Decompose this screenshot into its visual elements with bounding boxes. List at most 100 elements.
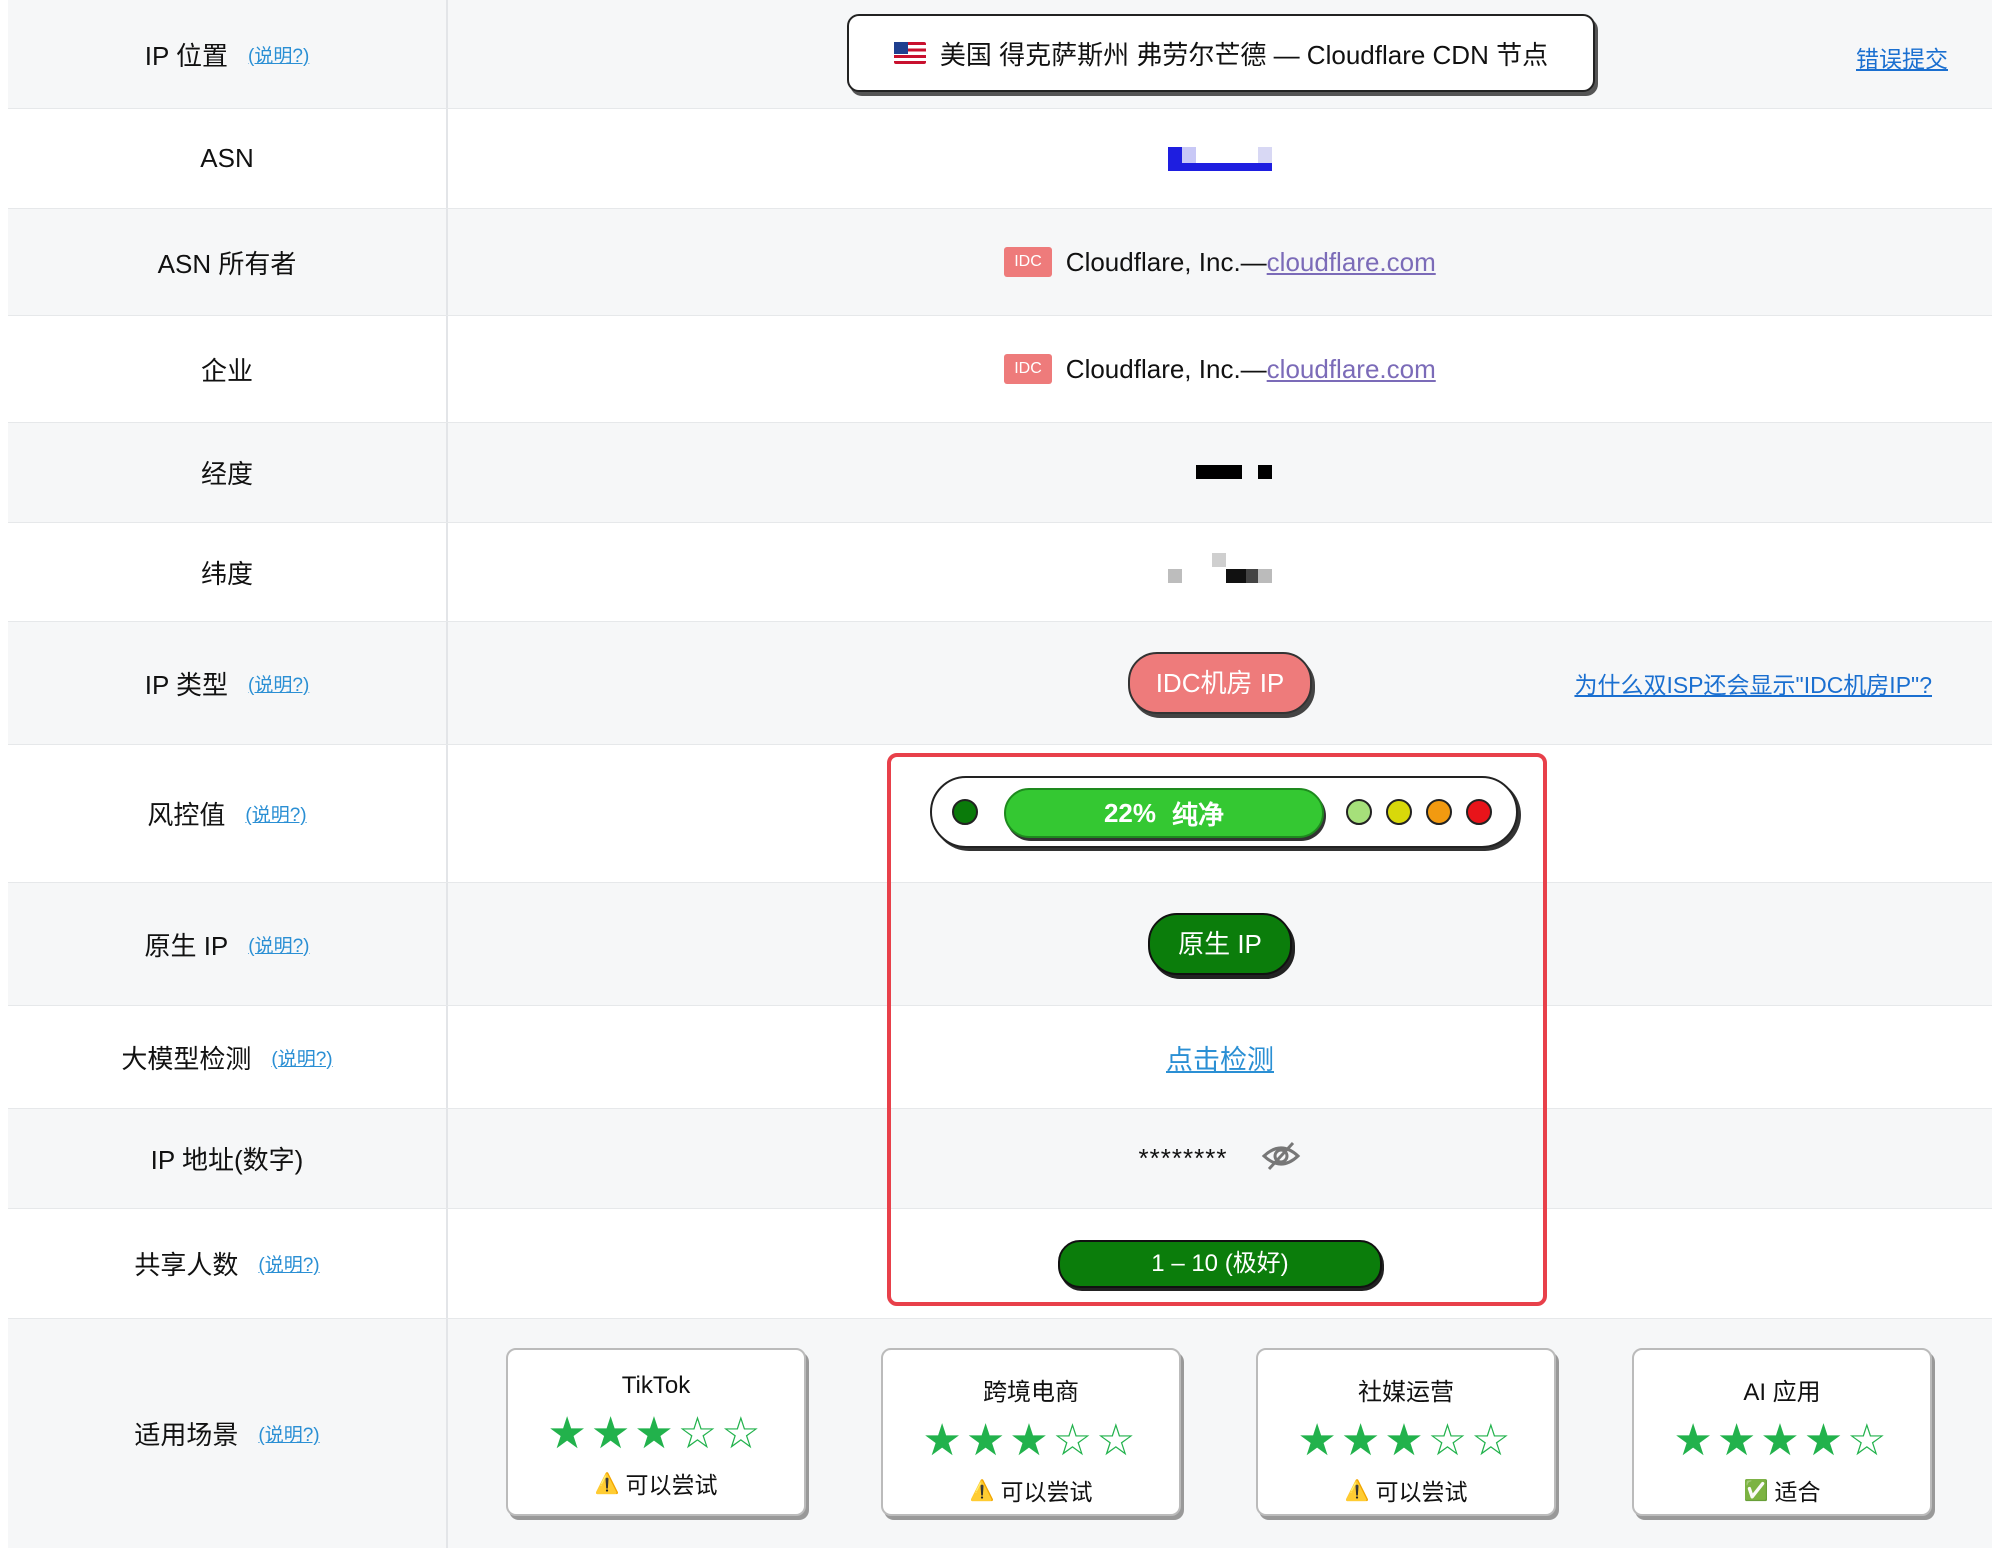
row-shared-users: 共享人数 (说明?) 1 – 10 (极好) (8, 1208, 1992, 1318)
why-dual-isp-link[interactable]: 为什么双ISP还会显示"IDC机房IP"? (1574, 666, 1932, 700)
row-asn: ASN (8, 108, 1992, 208)
asn-owner-label: ASN 所有者 (157, 248, 297, 279)
row-value-cell: 1 – 10 (极好) (448, 1209, 1992, 1318)
asn-label: ASN (200, 143, 254, 173)
row-value-cell: 美国 得克萨斯州 弗劳尔芒德 — Cloudflare CDN 节点 错误提交 (448, 0, 1992, 108)
row-native-ip: 原生 IP (说明?) 原生 IP (8, 882, 1992, 1005)
row-value-cell: ******** (448, 1109, 1992, 1208)
row-label-cell: 纬度 (8, 523, 448, 621)
row-ip-location: IP 位置 (说明?) 美国 得克萨斯州 弗劳尔芒德 — Cloudflare … (8, 0, 1992, 108)
row-value-cell: 原生 IP (448, 883, 1992, 1005)
row-enterprise: 企业 IDC Cloudflare, Inc.— cloudflare.com (8, 315, 1992, 422)
llm-detect-help-link[interactable]: (说明?) (271, 1044, 332, 1071)
row-label-cell: 大模型检测 (说明?) (8, 1006, 448, 1108)
row-label-cell: 经度 (8, 423, 448, 522)
native-ip-help-link[interactable]: (说明?) (248, 931, 309, 958)
shared-users-value-wrap: 1 – 10 (极好) (448, 1209, 1992, 1318)
risk-meter: 22% 纯净 (930, 776, 1518, 848)
ip-type-help-link[interactable]: (说明?) (248, 670, 309, 697)
shared-users-label: 共享人数 (134, 1250, 239, 1280)
row-value-cell: 点击检测 (448, 1006, 1992, 1108)
row-longitude: 经度 (8, 422, 1992, 522)
risk-text: 纯净 (1172, 799, 1225, 830)
star-rating: ★★★☆☆ (1297, 1416, 1515, 1465)
eye-off-icon[interactable] (1261, 1140, 1301, 1177)
scene-card-title: 跨境电商 (983, 1379, 1079, 1406)
row-risk: 风控值 (说明?) 22% 纯净 (8, 744, 1992, 882)
enterprise-value: IDC Cloudflare, Inc.— cloudflare.com (448, 316, 1992, 422)
asn-owner-value: IDC Cloudflare, Inc.— cloudflare.com (448, 209, 1992, 315)
risk-dot-green (952, 799, 978, 825)
ip-numeric-label: IP 地址(数字) (150, 1145, 304, 1175)
ip-location-label: IP 位置 (144, 40, 229, 71)
latitude-value-redacted (1168, 553, 1272, 583)
scene-card-title: TikTok (621, 1372, 691, 1399)
row-value-cell (448, 523, 1992, 621)
shared-users-help-link[interactable]: (说明?) (258, 1250, 319, 1277)
shared-users-badge: 1 – 10 (极好) (1058, 1239, 1382, 1288)
asn-value-redacted (1168, 147, 1272, 171)
native-ip-label: 原生 IP (144, 930, 229, 961)
llm-detect-value-wrap: 点击检测 (448, 1006, 1992, 1108)
star-rating: ★★★★☆ (1673, 1416, 1891, 1465)
row-label-cell: 共享人数 (说明?) (8, 1209, 448, 1318)
row-label-cell: 适用场景 (说明?) (8, 1319, 448, 1548)
risk-help-link[interactable]: (说明?) (245, 800, 306, 827)
scene-card-status: ✅ 适合 (1744, 1473, 1821, 1507)
ip-numeric-masked-value: ******** (1138, 1143, 1228, 1173)
check-icon: ✅ (1743, 1479, 1769, 1502)
report-error-link[interactable]: 错误提交 (1856, 40, 1948, 74)
scene-card-status-text: 可以尝试 (1000, 1479, 1093, 1505)
row-label-cell: 企业 (8, 316, 448, 422)
warning-icon: ⚠️ (969, 1479, 995, 1502)
row-value-cell: IDC Cloudflare, Inc.— cloudflare.com (448, 209, 1992, 315)
risk-dot-red (1466, 799, 1492, 825)
scene-card-ai: AI 应用 ★★★★☆ ✅ 适合 (1632, 1348, 1932, 1516)
scenes-help-link[interactable]: (说明?) (258, 1420, 319, 1447)
asn-owner-name: Cloudflare, Inc.— (1065, 246, 1267, 277)
risk-percent: 22% (1103, 797, 1157, 828)
idc-tag: IDC (1004, 247, 1052, 277)
scene-card-tiktok: TikTok ★★★☆☆ ⚠️ 可以尝试 (506, 1348, 806, 1516)
longitude-label: 经度 (200, 459, 253, 489)
enterprise-label: 企业 (200, 355, 253, 386)
row-label-cell: 原生 IP (说明?) (8, 883, 448, 1005)
click-detect-link[interactable]: 点击检测 (1166, 1038, 1274, 1077)
scene-card-social: 社媒运营 ★★★☆☆ ⚠️ 可以尝试 (1256, 1348, 1556, 1516)
star-rating: ★★★☆☆ (922, 1416, 1140, 1465)
warning-icon: ⚠️ (594, 1472, 620, 1495)
scene-card-status: ⚠️ 可以尝试 (970, 1473, 1093, 1507)
risk-dot-orange (1426, 799, 1452, 825)
llm-detect-label: 大模型检测 (121, 1043, 252, 1074)
scene-card-status-text: 可以尝试 (625, 1472, 718, 1498)
row-llm-detect: 大模型检测 (说明?) 点击检测 (8, 1005, 1992, 1108)
row-label-cell: IP 地址(数字) (8, 1109, 448, 1208)
scene-card-status: ⚠️ 可以尝试 (1345, 1473, 1468, 1507)
idc-tag: IDC (1004, 354, 1052, 384)
asn-owner-domain-link[interactable]: cloudflare.com (1267, 247, 1436, 278)
risk-dot-lightgreen (1346, 799, 1372, 825)
scene-card-title: AI 应用 (1743, 1379, 1821, 1406)
risk-dot-yellow (1386, 799, 1412, 825)
row-value-cell: IDC机房 IP 为什么双ISP还会显示"IDC机房IP"? (448, 622, 1992, 744)
star-rating: ★★★☆☆ (547, 1409, 765, 1458)
ip-type-badge: IDC机房 IP (1127, 652, 1313, 714)
row-value-cell (448, 109, 1992, 208)
native-ip-badge: 原生 IP (1148, 913, 1292, 975)
risk-label: 风控值 (147, 800, 226, 830)
longitude-value-redacted (1196, 465, 1272, 479)
scene-card-status-text: 可以尝试 (1375, 1479, 1468, 1505)
scene-card-title: 社媒运营 (1358, 1379, 1454, 1406)
row-asn-owner: ASN 所有者 IDC Cloudflare, Inc.— cloudflare… (8, 208, 1992, 315)
ip-location-help-link[interactable]: (说明?) (248, 41, 309, 68)
scenes-label: 适用场景 (134, 1420, 239, 1450)
ip-location-box: 美国 得克萨斯州 弗劳尔芒德 — Cloudflare CDN 节点 (847, 14, 1595, 92)
row-label-cell: ASN 所有者 (8, 209, 448, 315)
row-label-cell: IP 类型 (说明?) (8, 622, 448, 744)
row-ip-type: IP 类型 (说明?) IDC机房 IP 为什么双ISP还会显示"IDC机房IP… (8, 621, 1992, 744)
row-label-cell: 风控值 (说明?) (8, 745, 448, 882)
row-value-cell: IDC Cloudflare, Inc.— cloudflare.com (448, 316, 1992, 422)
enterprise-domain-link[interactable]: cloudflare.com (1267, 354, 1436, 385)
native-ip-value-wrap: 原生 IP (448, 883, 1992, 1005)
row-label-cell: ASN (8, 109, 448, 208)
